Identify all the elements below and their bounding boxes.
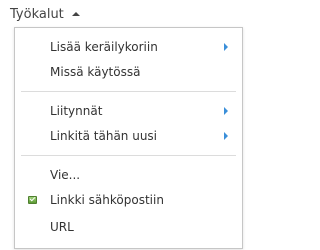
menu-item-add-to-basket[interactable]: Lisää keräilykoriin [15,35,242,59]
menu-item-email-link[interactable]: Linkki sähköpostiin [15,188,242,212]
menu-item-export[interactable]: Vie... [15,163,242,187]
menu-item-label: Lisää keräilykoriin [50,40,158,54]
menu-item-label: Linkki sähköpostiin [50,193,164,207]
menu-item-label: Liitynnät [50,104,103,118]
menu-item-link-new[interactable]: Linkitä tähän uusi [15,124,242,148]
tools-dropdown-menu: Lisää keräilykoriin Missä käytössä Liity… [14,27,243,249]
submenu-arrow-icon [224,107,228,115]
tools-menu-label: Työkalut [10,6,64,22]
tools-menu-button[interactable]: Työkalut [10,3,80,25]
caret-up-icon [71,11,80,16]
menu-item-label: Linkitä tähän uusi [50,129,158,143]
menu-item-url[interactable]: URL [15,215,242,239]
menu-item-label: Missä käytössä [50,65,141,79]
menu-item-label: Vie... [50,168,81,182]
menu-item-label: URL [50,220,74,234]
menu-item-where-used[interactable]: Missä käytössä [15,60,242,84]
submenu-arrow-icon [224,132,228,140]
email-link-icon [28,196,37,204]
menu-divider [21,91,236,92]
menu-divider [21,155,236,156]
submenu-arrow-icon [224,43,228,51]
menu-item-connections[interactable]: Liitynnät [15,99,242,123]
